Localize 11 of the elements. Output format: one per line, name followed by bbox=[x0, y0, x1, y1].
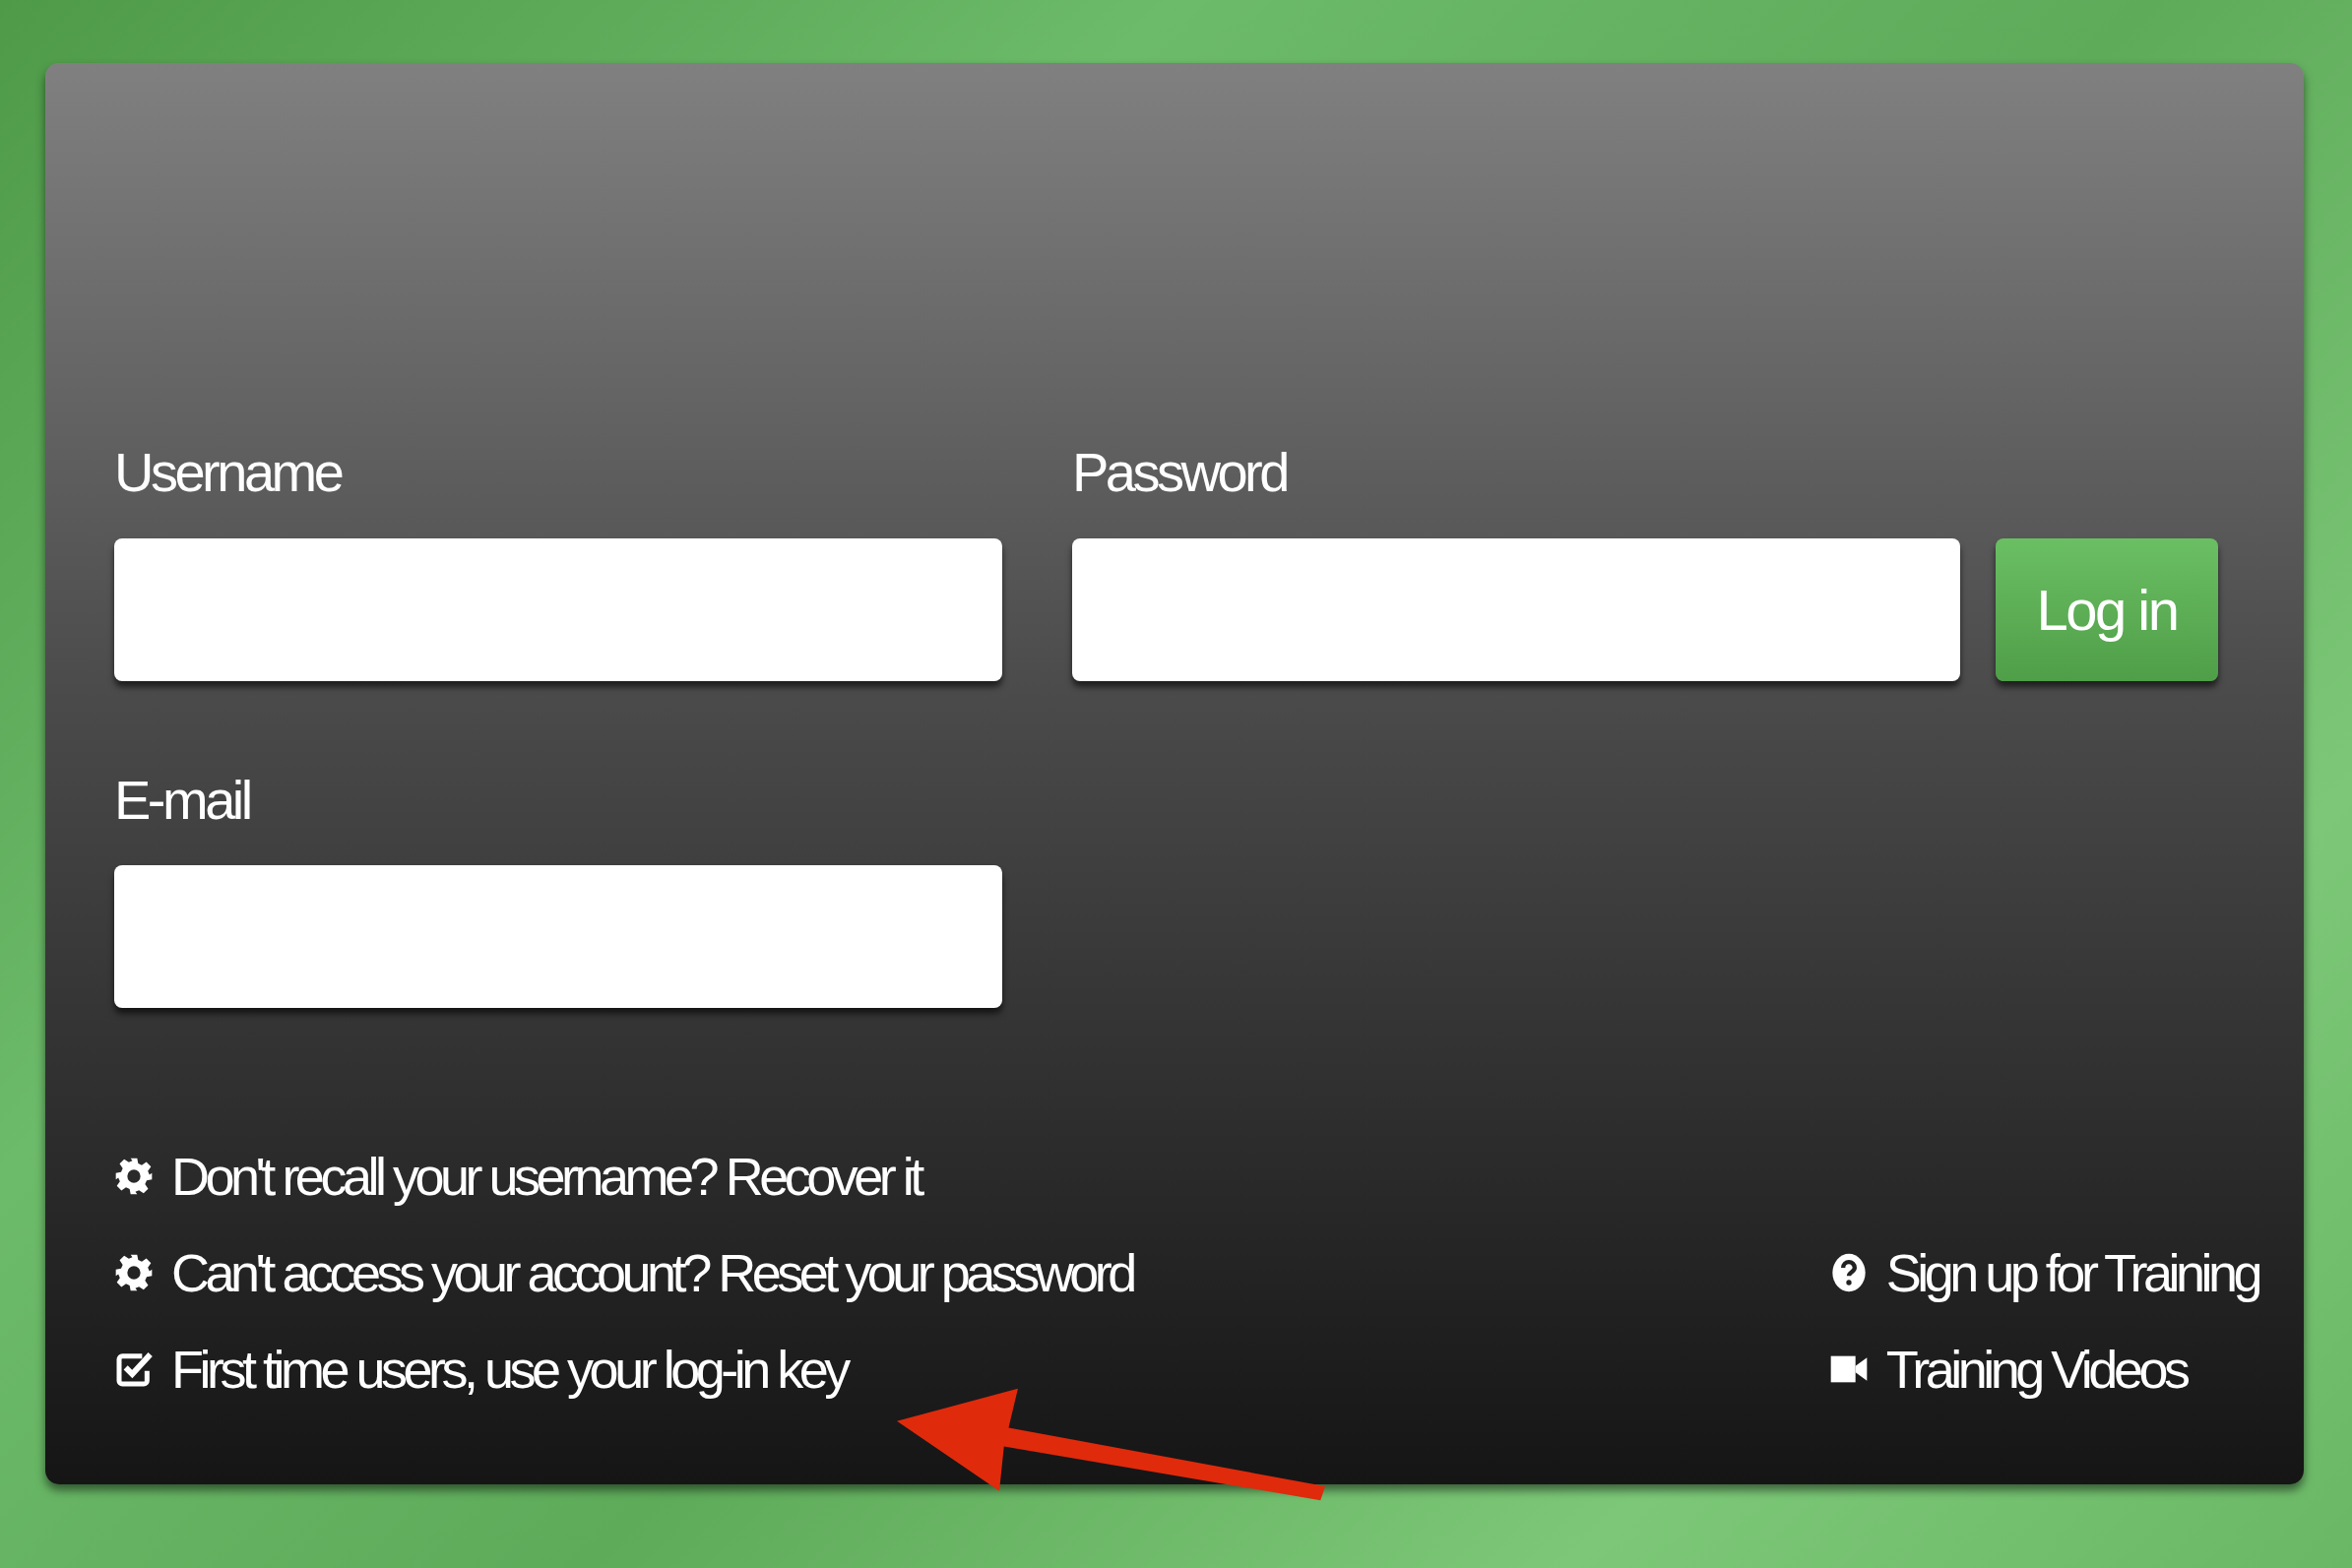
help-link[interactable]: Can't access your account? Reset your password bbox=[171, 1242, 1133, 1304]
text-field[interactable] bbox=[114, 537, 1002, 681]
training-link[interactable]: Sign up for Training bbox=[1885, 1242, 2258, 1304]
password-field[interactable] bbox=[1072, 537, 1960, 681]
help-link[interactable]: First time users, use your log-in key bbox=[171, 1339, 847, 1401]
field-label: Password bbox=[1072, 442, 1288, 503]
field-label: Username bbox=[114, 442, 343, 503]
training-link[interactable]: Training Videos bbox=[1885, 1339, 2187, 1401]
text-field[interactable] bbox=[114, 865, 1002, 1009]
help-link[interactable]: Don't recall your username? Recover it bbox=[171, 1146, 921, 1208]
field-label: E-mail bbox=[114, 769, 251, 831]
